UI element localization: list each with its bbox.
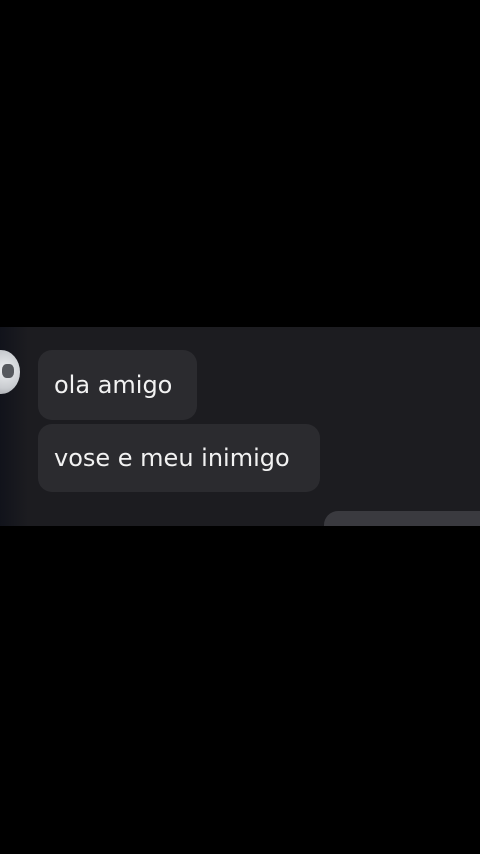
incoming-message-bubble[interactable]: ola amigo	[38, 350, 197, 420]
contact-avatar[interactable]	[0, 350, 20, 394]
chat-conversation: ola amigo vose e meu inimigo	[0, 327, 480, 526]
video-frame: ola amigo vose e meu inimigo	[0, 0, 480, 854]
avatar-face	[2, 364, 14, 378]
message-text: vose e meu inimigo	[54, 444, 290, 472]
message-text: ola amigo	[54, 371, 173, 399]
incoming-message-bubble[interactable]: vose e meu inimigo	[38, 424, 320, 492]
outgoing-message-bubble[interactable]	[324, 511, 480, 526]
